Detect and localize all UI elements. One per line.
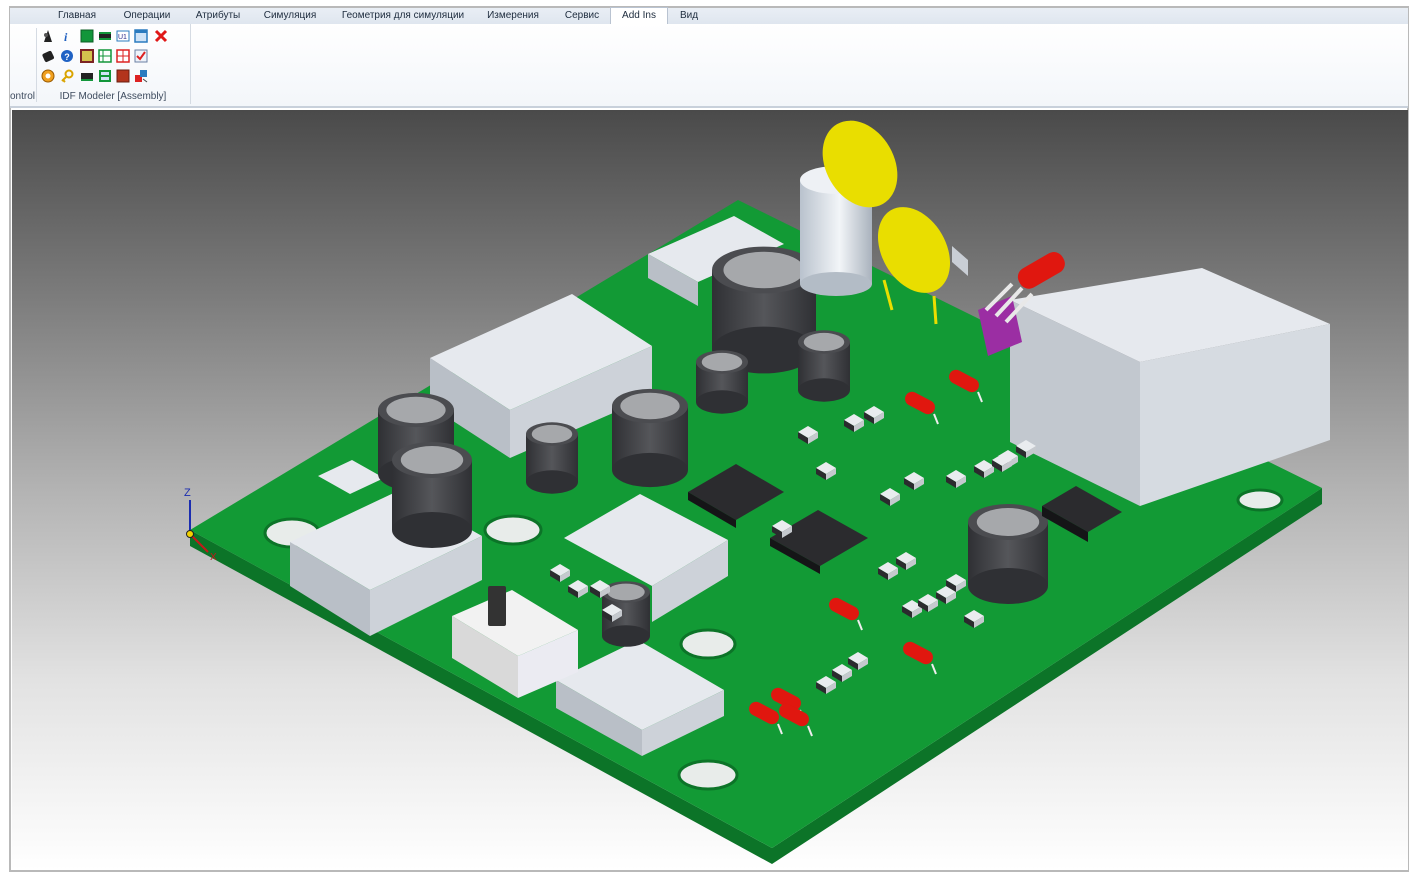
previous-group-label: ontrol (10, 91, 36, 102)
idf-modeler-group: i U1 ? IDF Modeler [Assembly] (38, 24, 191, 104)
capacitor (392, 442, 472, 548)
camera-icon[interactable] (41, 49, 55, 63)
mounting-hole (679, 628, 737, 660)
ribbon-tab-bar: Главная Операции Атрибуты Симуляция Геом… (10, 7, 1408, 25)
z-axis-label: Z (184, 487, 191, 499)
tab-view[interactable]: Вид (670, 8, 708, 23)
pcb-scene[interactable]: Z X (12, 110, 1408, 870)
key-icon[interactable] (60, 69, 74, 83)
tab-measurements[interactable]: Измерения (478, 8, 548, 23)
settings-icon[interactable] (41, 69, 55, 83)
capacitor (968, 504, 1048, 604)
stack-icon[interactable] (98, 69, 112, 83)
capacitor (612, 388, 688, 488)
group-separator (36, 28, 37, 102)
tab-attributes[interactable]: Атрибуты (186, 8, 250, 23)
svg-text:?: ? (64, 52, 70, 62)
placement-icon[interactable] (116, 69, 130, 83)
tab-add-ins[interactable]: Add Ins (610, 7, 668, 25)
mounting-hole (483, 514, 543, 546)
capacitor (798, 330, 850, 402)
capacitor (696, 350, 748, 414)
tab-home[interactable]: Главная (48, 8, 106, 23)
svg-text:i: i (64, 30, 68, 43)
panel-grid-icon[interactable] (116, 49, 130, 63)
x-axis-label: X (210, 552, 217, 563)
svg-text:U1: U1 (118, 34, 127, 41)
delete-icon[interactable] (154, 29, 168, 43)
layer-bar-icon[interactable] (98, 29, 112, 43)
export-icon[interactable] (134, 69, 148, 83)
green-square-icon[interactable] (80, 29, 94, 43)
tab-simulation[interactable]: Симуляция (254, 8, 326, 23)
window-icon[interactable] (134, 29, 148, 43)
chip-icon[interactable] (80, 69, 94, 83)
tab-simulation-geometry[interactable]: Геометрия для симуляции (332, 8, 474, 23)
checklist-icon[interactable] (134, 49, 148, 63)
3d-viewport[interactable]: Z X (12, 110, 1408, 870)
component-tree-icon[interactable] (41, 29, 55, 43)
capacitor (526, 422, 578, 494)
mounting-hole (677, 759, 739, 791)
group-title: IDF Modeler [Assembly] (59, 91, 167, 102)
info-icon[interactable]: i (60, 29, 74, 43)
mounting-hole (1236, 488, 1284, 512)
help-icon[interactable]: ? (60, 49, 74, 63)
layer-grid-icon[interactable] (98, 49, 112, 63)
u1-label-icon[interactable]: U1 (116, 29, 130, 43)
ribbon-panel: ontrol i U1 ? IDF Modeler [Assembly] (10, 24, 1408, 108)
board-outline-icon[interactable] (80, 49, 94, 63)
tab-operations[interactable]: Операции (114, 8, 180, 23)
tab-service[interactable]: Сервис (552, 8, 612, 23)
